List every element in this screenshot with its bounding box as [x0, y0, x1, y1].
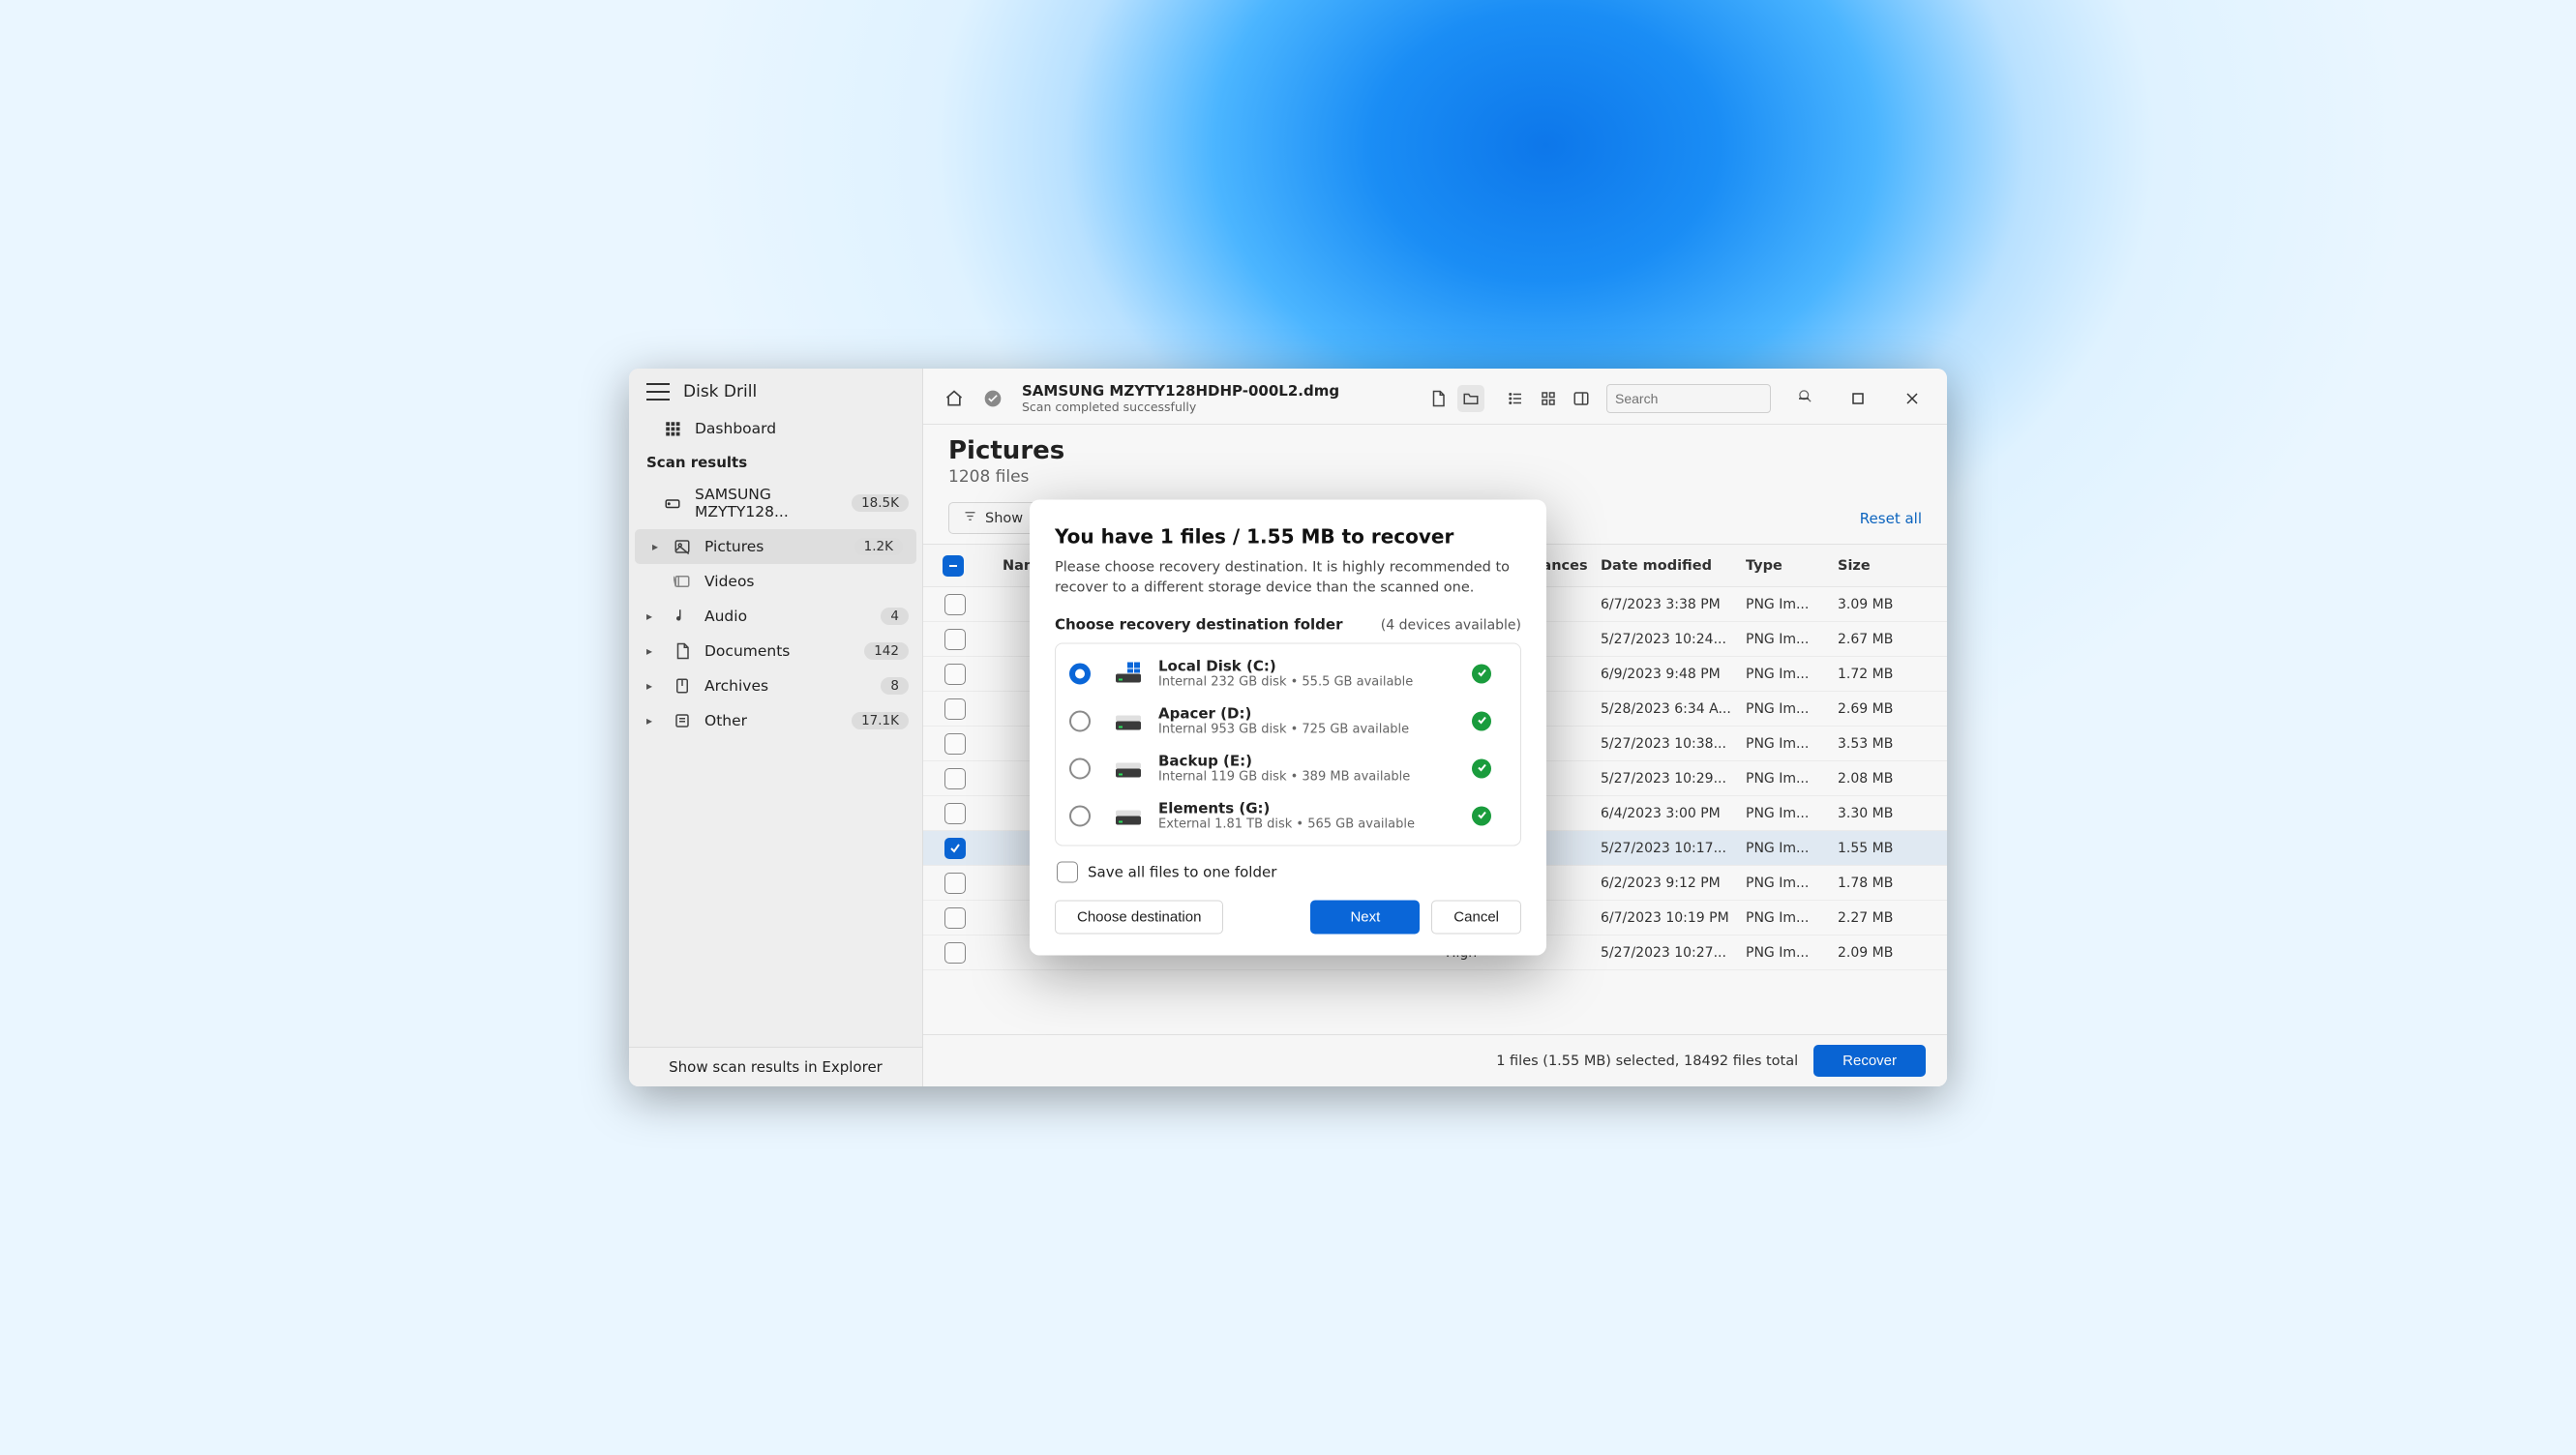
next-button[interactable]: Next — [1310, 901, 1420, 935]
cancel-button[interactable]: Cancel — [1431, 901, 1521, 935]
ok-badge-icon — [1472, 806, 1491, 825]
save-one-folder-option[interactable]: Save all files to one folder — [1057, 862, 1519, 883]
ok-badge-icon — [1472, 664, 1491, 683]
destination-sub: Internal 232 GB disk • 55.5 GB available — [1158, 675, 1472, 690]
ok-badge-icon — [1472, 758, 1491, 778]
destination-radio[interactable] — [1069, 710, 1091, 731]
devices-count: (4 devices available) — [1381, 618, 1521, 634]
destination-sub: External 1.81 TB disk • 565 GB available — [1158, 817, 1472, 832]
destination-name: Backup (E:) — [1158, 753, 1472, 770]
save-one-label: Save all files to one folder — [1088, 864, 1276, 881]
destination-name: Elements (G:) — [1158, 800, 1472, 817]
destination-option[interactable]: Backup (E:)Internal 119 GB disk • 389 MB… — [1056, 745, 1520, 792]
destination-name: Apacer (D:) — [1158, 705, 1472, 723]
destination-sub: Internal 953 GB disk • 725 GB available — [1158, 723, 1472, 737]
disk-icon — [1112, 708, 1145, 733]
destination-radio[interactable] — [1069, 805, 1091, 826]
recovery-destination-dialog: You have 1 files / 1.55 MB to recover Pl… — [1030, 499, 1546, 955]
destination-option[interactable]: Elements (G:)External 1.81 TB disk • 565… — [1056, 792, 1520, 840]
destination-radio[interactable] — [1069, 663, 1091, 684]
disk-icon — [1112, 803, 1145, 828]
disk-icon — [1112, 756, 1145, 781]
disk-icon — [1112, 661, 1145, 686]
destination-list: Local Disk (C:)Internal 232 GB disk • 55… — [1055, 643, 1521, 846]
dialog-subheading: Choose recovery destination folder — [1055, 616, 1343, 634]
save-one-checkbox[interactable] — [1057, 862, 1078, 883]
destination-sub: Internal 119 GB disk • 389 MB available — [1158, 770, 1472, 785]
choose-destination-button[interactable]: Choose destination — [1055, 901, 1223, 935]
destination-option[interactable]: Local Disk (C:)Internal 232 GB disk • 55… — [1056, 650, 1520, 698]
app-window: Disk Drill Dashboard Scan results SAMSUN… — [629, 369, 1947, 1086]
ok-badge-icon — [1472, 711, 1491, 730]
destination-option[interactable]: Apacer (D:)Internal 953 GB disk • 725 GB… — [1056, 698, 1520, 745]
dialog-title: You have 1 files / 1.55 MB to recover — [1055, 524, 1521, 548]
destination-name: Local Disk (C:) — [1158, 658, 1472, 675]
dialog-description: Please choose recovery destination. It i… — [1055, 557, 1521, 598]
destination-radio[interactable] — [1069, 757, 1091, 779]
